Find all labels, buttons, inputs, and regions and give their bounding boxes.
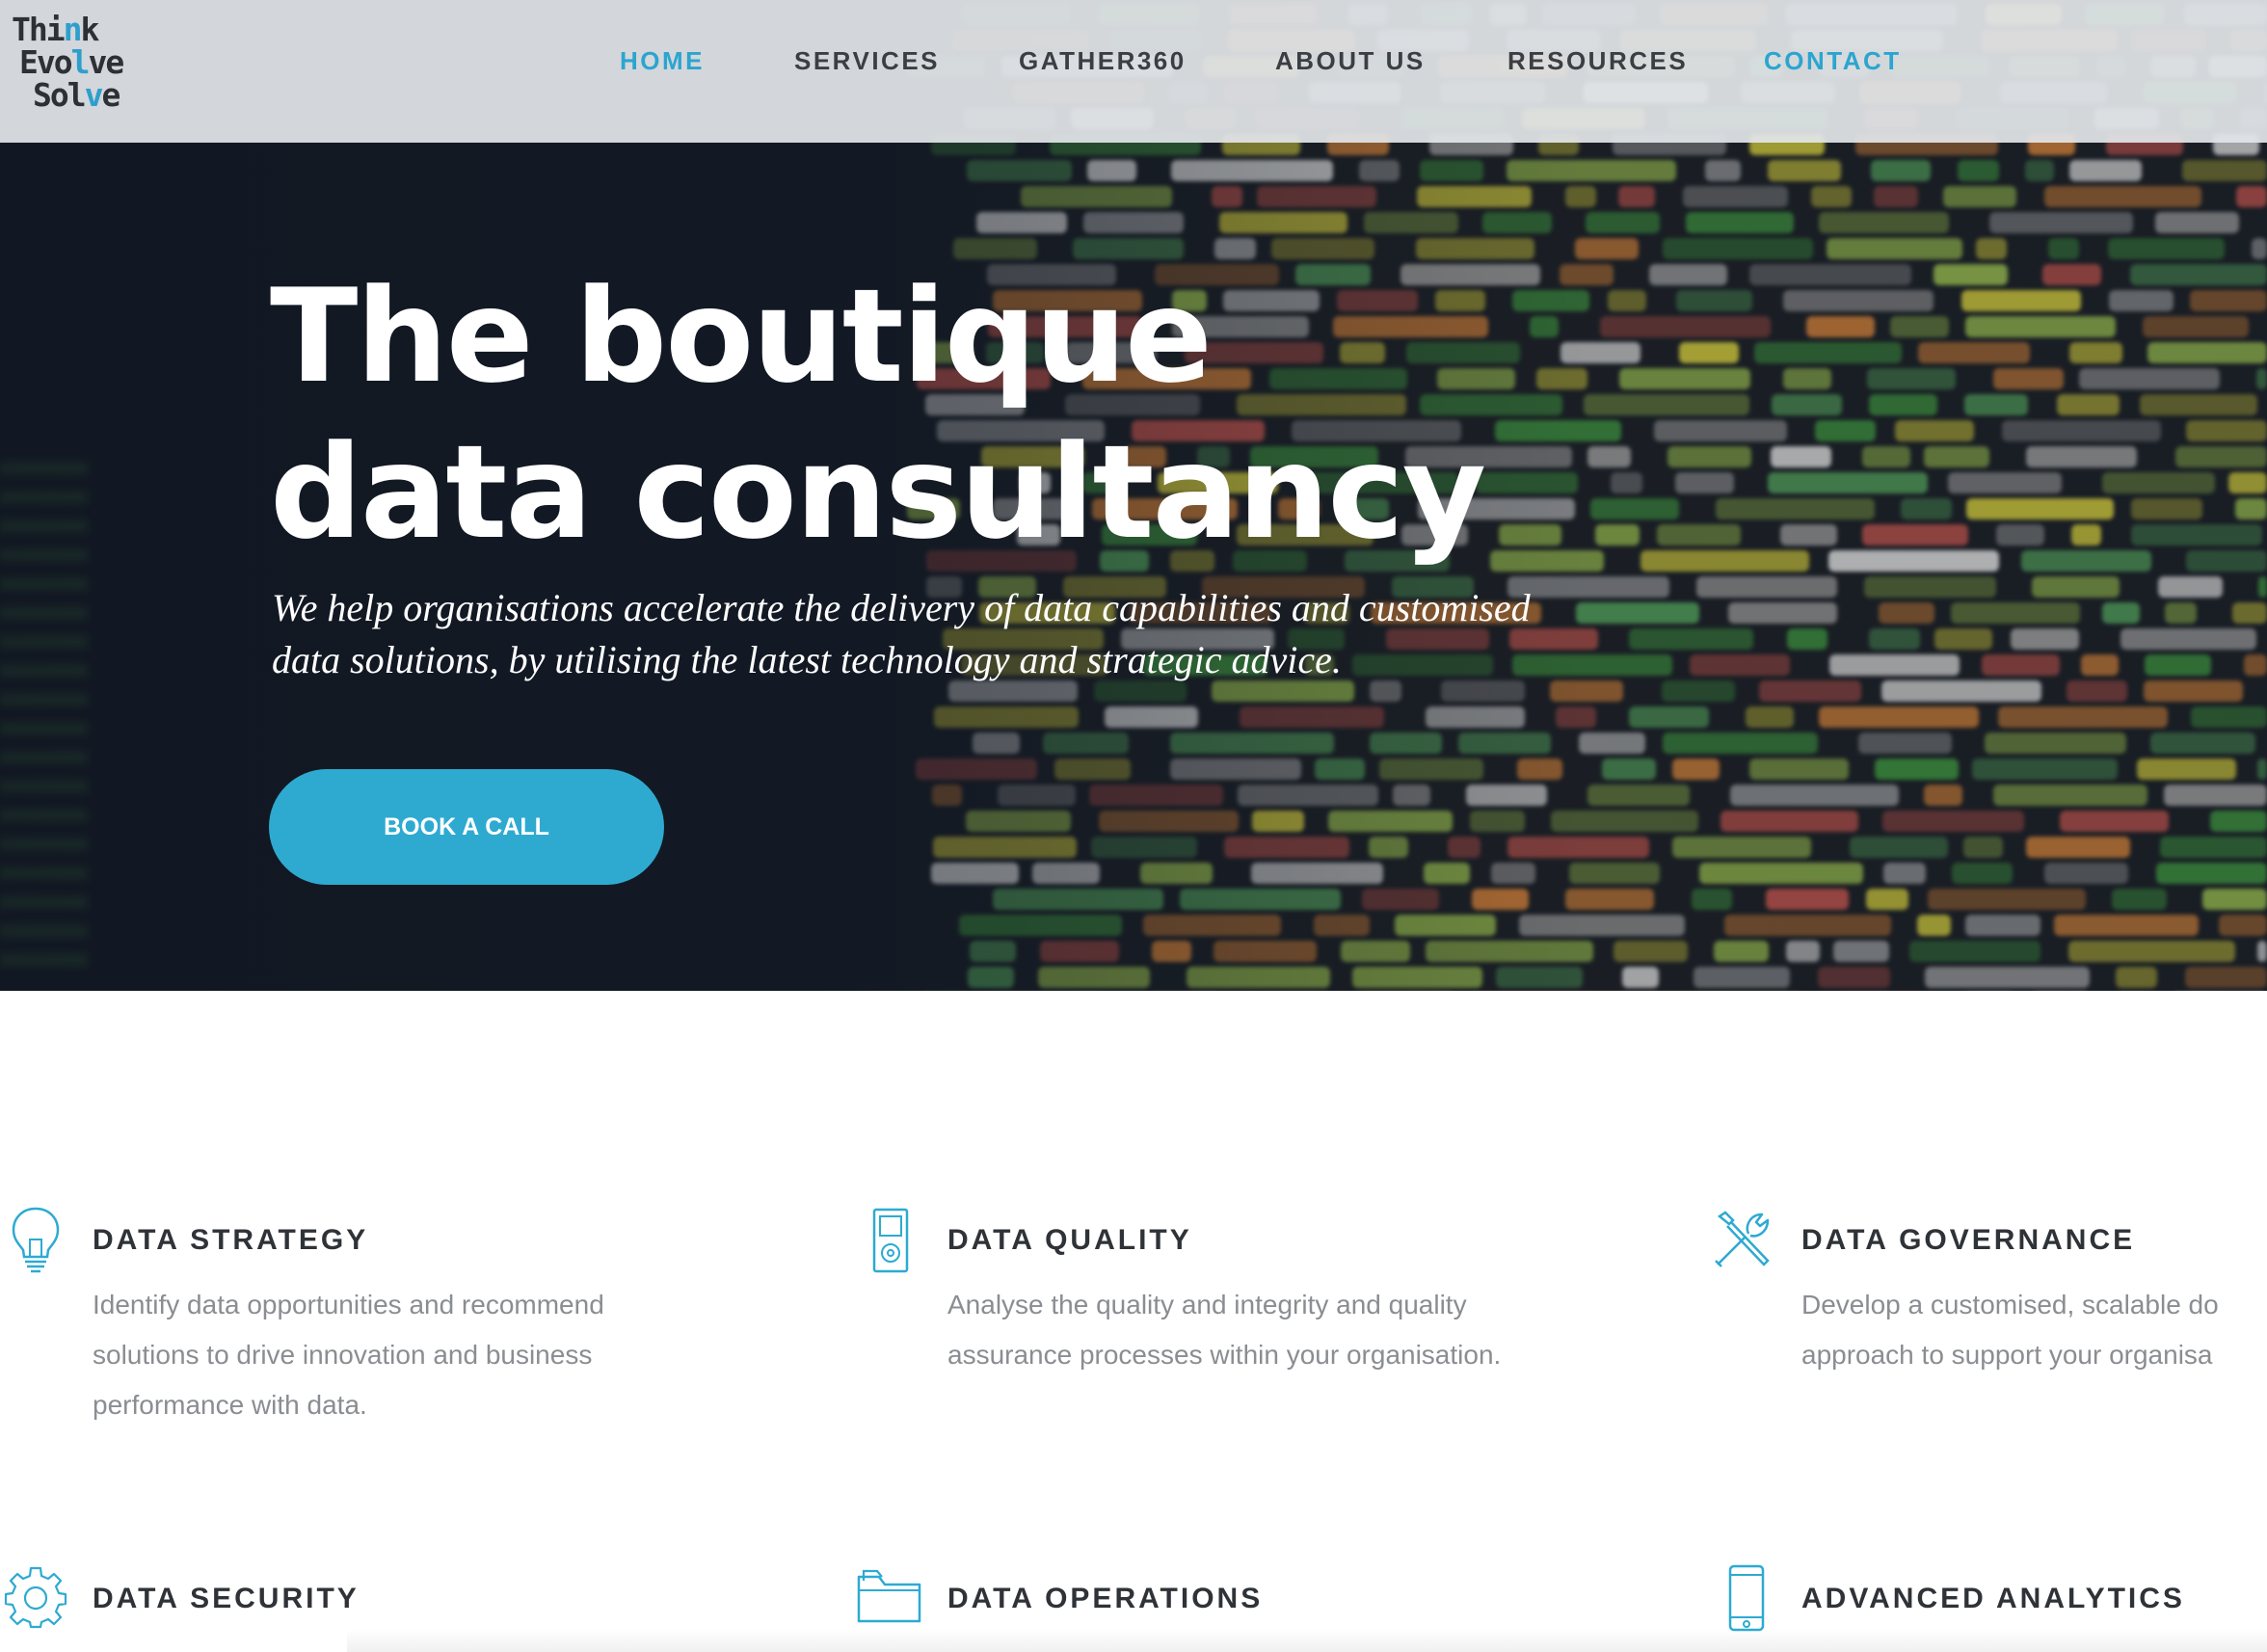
ipod-icon [872, 1208, 909, 1273]
hero-section: The boutique data consultancy We help or… [0, 0, 2267, 991]
tools-icon [1715, 1211, 1770, 1267]
section-divider-shadow [347, 1629, 2267, 1652]
service-description-line: performance with data. [93, 1390, 367, 1420]
service-description: Identify data opportunities and recommen… [93, 1280, 604, 1430]
service-description: Develop a customised, scalable do approa… [1801, 1280, 2219, 1380]
nav-item-home[interactable]: HOME [620, 46, 705, 76]
hero-subtitle-line-2: data solutions, by utilising the latest … [272, 638, 1342, 681]
service-title: DATA GOVERNANCE [1801, 1224, 2136, 1256]
hero-subtitle-line-1: We help organisations accelerate the del… [272, 586, 1531, 629]
service-title: DATA SECURITY [93, 1583, 360, 1614]
service-description-line: solutions to drive innovation and busine… [93, 1340, 593, 1370]
phone-icon [1728, 1564, 1765, 1632]
service-description-line: Analyse the quality and integrity and qu… [947, 1290, 1467, 1319]
nav-item-about-us[interactable]: ABOUT US [1275, 46, 1426, 76]
nav-item-services[interactable]: SERVICES [794, 46, 940, 76]
service-title: DATA QUALITY [947, 1224, 1192, 1256]
logo-line-think: Think [12, 11, 99, 48]
hero-subtitle: We help organisations accelerate the del… [272, 582, 1698, 686]
hero-title-line-2: data consultancy [270, 417, 1486, 568]
folder-icon [857, 1569, 921, 1623]
service-description: Analyse the quality and integrity and qu… [947, 1280, 1501, 1380]
book-a-call-button[interactable]: BOOK A CALL [269, 769, 664, 885]
service-description-line: approach to support your organisa [1801, 1340, 2213, 1370]
nav-item-resources[interactable]: RESOURCES [1507, 46, 1688, 76]
hero-title-line-1: The boutique [270, 261, 1213, 412]
lightbulb-icon [12, 1207, 60, 1273]
gear-icon [4, 1566, 67, 1629]
service-description-line: assurance processes within your organisa… [947, 1340, 1502, 1370]
service-title: ADVANCED ANALYTICS [1801, 1583, 2185, 1614]
main-nav: HOME SERVICES GATHER360 ABOUT US RESOURC… [0, 46, 2267, 85]
site-header: Think Evolve Solve HOME SERVICES GATHER3… [0, 0, 2267, 143]
nav-item-contact[interactable]: CONTACT [1764, 46, 1902, 76]
service-title: DATA OPERATIONS [947, 1583, 1264, 1614]
hero-title: The boutique data consultancy [270, 258, 1716, 571]
service-title: DATA STRATEGY [93, 1224, 369, 1256]
service-description-line: Identify data opportunities and recommen… [93, 1290, 604, 1319]
nav-item-gather360[interactable]: GATHER360 [1019, 46, 1187, 76]
service-description-line: Develop a customised, scalable do [1801, 1290, 2219, 1319]
